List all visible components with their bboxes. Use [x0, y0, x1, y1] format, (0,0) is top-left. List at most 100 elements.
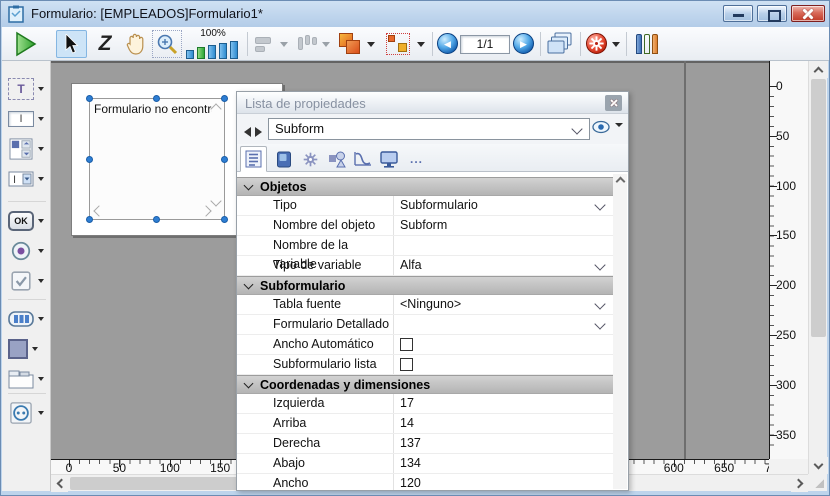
insert-action-dropdown[interactable] [610, 30, 622, 58]
group-dropdown[interactable] [415, 30, 427, 58]
panel-scrollbar[interactable] [613, 174, 627, 489]
zoom-scale-widget[interactable]: 100% [184, 28, 242, 60]
select-tool-button[interactable] [56, 30, 87, 58]
maximize-button[interactable] [757, 5, 787, 22]
zoom-bar-icon[interactable] [219, 43, 227, 59]
button-tool[interactable]: OK [8, 209, 48, 233]
tab-properties-list[interactable] [240, 146, 267, 172]
property-row-tipo-variable[interactable]: Tipo de variable Alfa [237, 256, 614, 276]
tab-control-tool[interactable] [8, 367, 48, 391]
group-tool-button[interactable] [383, 30, 413, 58]
ruler-label: 300 [776, 378, 796, 392]
pan-tool-button[interactable] [122, 30, 150, 58]
property-row-subformulario-lista[interactable]: Subformulario lista [237, 355, 614, 375]
property-row-abajo[interactable]: Abajo 134 [237, 454, 614, 474]
tab-settings[interactable] [297, 146, 324, 172]
zoom-tool-button[interactable] [152, 30, 182, 58]
page-indicator-field[interactable]: 1/1 [460, 35, 510, 54]
distribute-dropdown[interactable] [320, 30, 332, 58]
tab-more[interactable]: ... [403, 146, 430, 172]
selection-handle[interactable] [86, 95, 93, 102]
book-icon [276, 151, 292, 168]
property-row-formulario-detallado[interactable]: Formulario Detallado [237, 315, 614, 335]
panel-close-button[interactable] [605, 95, 622, 111]
zoom-bar-selected-icon[interactable] [197, 47, 205, 59]
listbox-tool[interactable] [8, 137, 48, 161]
text-tool[interactable]: T [8, 77, 48, 101]
checkbox-unchecked[interactable] [400, 358, 413, 371]
property-row-tabla-fuente[interactable]: Tabla fuente <Ninguno> [237, 295, 614, 315]
zoom-bar-icon[interactable] [230, 41, 238, 59]
tab-order-tool-button[interactable]: Z [91, 30, 119, 58]
selection-handle[interactable] [153, 95, 160, 102]
radio-tool[interactable] [8, 239, 48, 263]
selection-handle[interactable] [86, 216, 93, 223]
chevron-down-icon[interactable] [594, 259, 605, 270]
explorer-button[interactable] [632, 30, 662, 58]
view-options-button[interactable] [592, 120, 610, 134]
view-options-dropdown[interactable] [615, 127, 623, 145]
property-row-nombre-objeto[interactable]: Nombre del objeto Subform [237, 216, 614, 236]
selection-handle[interactable] [221, 95, 228, 102]
scroll-down-button[interactable] [809, 457, 828, 474]
insert-action-button[interactable] [586, 33, 607, 54]
property-row-izquierda[interactable]: Izquierda 17 [237, 394, 614, 414]
property-row-ancho-automatico[interactable]: Ancho Automático [237, 335, 614, 355]
ruler-label: 50 [113, 461, 126, 474]
scroll-left-button[interactable] [51, 475, 68, 492]
tab-events[interactable] [349, 146, 376, 172]
field-tool[interactable]: I [8, 107, 48, 131]
tab-display[interactable] [375, 146, 402, 172]
property-row-arriba[interactable]: Arriba 14 [237, 414, 614, 434]
panel-title-bar[interactable]: Lista de propiedades [237, 92, 628, 114]
property-row-derecha[interactable]: Derecha 137 [237, 434, 614, 454]
selection-handle[interactable] [221, 156, 228, 163]
property-row-nombre-variable[interactable]: Nombre de la variable [237, 236, 614, 256]
scroll-right-button[interactable] [791, 475, 808, 492]
selection-handle[interactable] [153, 216, 160, 223]
segmented-button-tool[interactable] [8, 307, 48, 331]
chevron-down-icon[interactable] [594, 199, 605, 210]
title-bar[interactable]: Formulario: [EMPLEADOS]Formulario1* [1, 1, 830, 27]
checkbox-tool[interactable] [8, 269, 48, 293]
vertical-scroll-thumb[interactable] [811, 79, 826, 337]
selection-handle[interactable] [221, 216, 228, 223]
zoom-bar-icon[interactable] [186, 50, 194, 59]
subform-tool[interactable] [8, 401, 48, 425]
ruler-label: 250 [776, 328, 796, 342]
combobox-tool[interactable]: I [8, 167, 48, 191]
checkbox-unchecked[interactable] [400, 338, 413, 351]
tab-objects[interactable] [323, 146, 350, 172]
section-header-subformulario[interactable]: Subformulario [237, 276, 614, 295]
object-selector-dropdown[interactable]: Subform [268, 118, 590, 140]
property-value: 137 [400, 436, 421, 450]
close-button[interactable] [791, 5, 825, 22]
subform-object[interactable]: Formulario no encontrado [89, 98, 225, 220]
selection-handle[interactable] [86, 156, 93, 163]
form-pages-button[interactable] [545, 30, 575, 58]
minimize-button[interactable] [723, 5, 753, 22]
previous-object-button[interactable] [244, 124, 254, 142]
section-header-coordenadas[interactable]: Coordenadas y dimensiones [237, 375, 614, 394]
align-dropdown[interactable] [278, 30, 290, 58]
property-row-ancho[interactable]: Ancho 120 [237, 474, 614, 490]
scroll-up-button[interactable] [809, 61, 828, 78]
property-value: Alfa [400, 258, 422, 272]
section-header-objetos[interactable]: Objetos [237, 177, 614, 196]
next-object-button[interactable] [255, 124, 262, 142]
vertical-scrollbar[interactable] [808, 61, 827, 474]
run-form-button[interactable] [11, 30, 41, 58]
rectangle-tool[interactable] [8, 337, 48, 361]
layers-dropdown[interactable] [365, 30, 377, 58]
layers-tool-button[interactable] [336, 30, 364, 58]
previous-page-button[interactable]: ◀ [437, 33, 458, 54]
zoom-bar-icon[interactable] [208, 45, 216, 59]
segmented-button-tool-icon [8, 308, 34, 330]
resize-grip[interactable] [808, 474, 827, 491]
property-row-tipo[interactable]: Tipo Subformulario [237, 196, 614, 216]
section-title: Subformulario [260, 279, 345, 293]
tab-data[interactable] [270, 146, 297, 172]
chevron-down-icon[interactable] [594, 318, 605, 329]
chevron-down-icon[interactable] [594, 298, 605, 309]
next-page-button[interactable]: ▶ [513, 33, 534, 54]
